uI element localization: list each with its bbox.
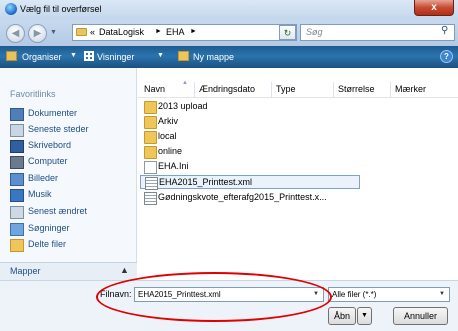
file-name: local [158,131,177,141]
nav-item-label: Billeder [28,173,59,183]
xml-file-icon [145,177,158,190]
file-row[interactable]: 2013 upload [140,100,455,114]
file-name: EHA2015_Printtest.xml [159,177,253,187]
views-button[interactable]: Visninger [97,52,134,62]
breadcrumb-datalogisk[interactable]: DataLogisk [99,27,144,37]
ini-file-icon [144,161,157,174]
breadcrumb-eha[interactable]: EHA [166,27,185,37]
filetype-select[interactable]: Alle filer (*.*) ▼ [328,287,450,302]
file-row-selected[interactable]: EHA2015_Printtest.xml [140,175,360,190]
xml-file-icon [144,192,157,205]
search-input[interactable]: Søg ⚲ [300,24,455,41]
address-bar[interactable]: « DataLogisk ► EHA ► ▼ [72,24,297,41]
music-icon [10,189,24,202]
column-headers: Navn ▲ Ændringsdato Type Størrelse Mærke… [138,80,458,98]
chevron-down-icon[interactable]: ▼ [70,52,77,59]
chevron-down-icon: ▼ [361,312,368,319]
chevron-down-icon[interactable]: ▼ [439,291,445,297]
nav-item-label: Senest ændret [28,206,88,216]
breadcrumb-separator[interactable]: ► [190,28,197,35]
search-icon[interactable]: ⚲ [441,25,448,36]
file-row[interactable]: EHA.Ini [140,160,455,174]
new-folder-icon [178,51,189,61]
folders-label: Mapper [10,266,41,276]
folder-icon [144,146,157,159]
open-dropdown-button[interactable]: ▼ [357,307,372,325]
file-row[interactable]: online [140,145,455,159]
file-row[interactable]: local [140,130,455,144]
shared-folder-icon [10,239,24,252]
recent-places-icon [10,124,24,137]
new-folder-button[interactable]: Ny mappe [193,52,234,62]
organize-icon [6,51,17,61]
nav-item-label: Musik [28,189,52,199]
chevron-down-icon[interactable]: ▼ [157,52,164,59]
file-row[interactable]: Gødningskvote_efterafg2015_Printtest.x..… [140,191,455,205]
folder-icon [144,131,157,144]
nav-item-label: Computer [28,156,68,166]
file-row[interactable]: Arkiv [140,115,455,129]
nav-item-label: Delte filer [28,239,67,249]
nav-item-label: Skrivebord [28,140,72,150]
column-header-type[interactable]: Type [276,84,296,94]
filetype-value: Alle filer (*.*) [332,290,377,299]
column-header-name[interactable]: Navn [144,84,165,94]
window-title: Vælg fil til overførsel [20,4,102,14]
back-arrow-icon[interactable]: ◀ [6,24,25,43]
nav-item-label: Seneste steder [28,124,89,134]
forward-arrow-icon[interactable]: ▶ [28,24,47,43]
column-header-size[interactable]: Størrelse [338,84,375,94]
views-icon [84,51,94,61]
folder-icon [76,28,87,36]
file-name: online [158,146,183,156]
open-button[interactable]: Åbn [328,307,356,325]
organize-button[interactable]: Organiser [22,52,62,62]
file-name: 2013 upload [158,101,208,111]
folders-bar[interactable]: Mapper ▲ [0,262,137,280]
column-divider[interactable] [333,82,334,98]
nav-item-label: Dokumenter [28,108,78,118]
column-divider[interactable] [390,82,391,98]
documents-icon [10,108,24,121]
file-name: Arkiv [158,116,178,126]
help-icon[interactable]: ? [440,50,453,63]
file-name: EHA.Ini [158,161,189,171]
column-header-date[interactable]: Ændringsdato [199,84,255,94]
nav-item-label: Søgninger [28,223,70,233]
folder-icon [144,101,157,114]
close-button[interactable]: x [414,0,454,16]
computer-icon [10,156,24,169]
pictures-icon [10,173,24,186]
breadcrumb-overflow[interactable]: « [90,27,95,37]
desktop-icon [10,140,24,153]
app-icon [5,3,17,15]
refresh-icon[interactable]: ↻ [279,25,296,40]
searches-icon [10,223,24,236]
history-dropdown-icon[interactable]: ▼ [50,29,57,36]
column-divider[interactable] [271,82,272,98]
recently-changed-icon [10,206,24,219]
chevron-up-icon[interactable]: ▲ [120,265,129,275]
folder-icon [144,116,157,129]
search-placeholder: Søg [306,27,323,37]
cancel-button[interactable]: Annuller [393,307,448,325]
breadcrumb-separator[interactable]: ► [155,28,162,35]
column-divider[interactable] [194,82,195,98]
column-header-tags[interactable]: Mærker [395,84,426,94]
favorites-title: Favoritlinks [10,89,56,99]
sort-arrow-icon: ▲ [182,80,188,86]
annotation-ellipse [96,272,332,322]
file-name: Gødningskvote_efterafg2015_Printtest.x..… [158,192,327,202]
